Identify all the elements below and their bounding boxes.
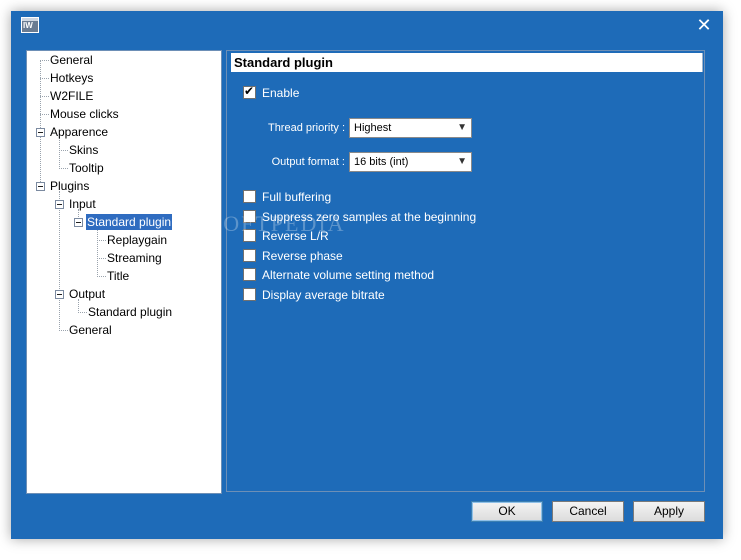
tree-item-tooltip[interactable]: Tooltip: [69, 160, 104, 176]
collapse-apparence-icon[interactable]: [36, 128, 45, 137]
tree-item-w2file[interactable]: W2FILE: [50, 88, 93, 104]
output-format-select[interactable]: 16 bits (int) ▼: [349, 152, 472, 172]
section-header: Standard plugin: [231, 53, 703, 72]
tree-item-title[interactable]: Title: [107, 268, 129, 284]
tree-item-mouse-clicks[interactable]: Mouse clicks: [50, 106, 119, 122]
tree-item-apparence[interactable]: Apparence: [50, 124, 108, 140]
enable-label: Enable: [262, 86, 300, 100]
settings-content: Standard plugin Enable Thread priority :…: [226, 50, 705, 492]
ok-button[interactable]: OK: [471, 501, 543, 522]
thread-priority-select[interactable]: Highest ▼: [349, 118, 472, 138]
chevron-down-icon: ▼: [457, 156, 467, 167]
tree-item-input[interactable]: Input: [69, 196, 96, 212]
cancel-button[interactable]: Cancel: [552, 501, 624, 522]
reverse-phase-label: Reverse phase: [262, 249, 343, 263]
title-bar[interactable]: ✕: [11, 11, 723, 39]
tree-item-general[interactable]: General: [50, 52, 93, 68]
full-buffering-checkbox[interactable]: [243, 190, 256, 203]
collapse-standard-plugin-icon[interactable]: [74, 218, 83, 227]
watermark: SOFTPEDIA: [209, 211, 346, 236]
tree-item-replaygain[interactable]: Replaygain: [107, 232, 167, 248]
app-icon: [21, 17, 39, 33]
full-buffering-label: Full buffering: [262, 190, 332, 204]
tree-item-standard-plugin-input[interactable]: Standard plugin: [84, 213, 174, 231]
close-button[interactable]: ✕: [693, 15, 715, 35]
tree-item-streaming[interactable]: Streaming: [107, 250, 162, 266]
thread-priority-label: Thread priority :: [267, 122, 345, 134]
alternate-volume-checkbox[interactable]: [243, 268, 256, 281]
tree-item-skins[interactable]: Skins: [69, 142, 98, 158]
display-bitrate-label: Display average bitrate: [262, 288, 385, 302]
chevron-down-icon: ▼: [457, 122, 467, 133]
tree-item-output[interactable]: Output: [69, 286, 105, 302]
tree-item-hotkeys[interactable]: Hotkeys: [50, 70, 93, 86]
preferences-window: ✕ General Hotkeys W2FILE Mouse clicks Ap…: [11, 11, 723, 539]
collapse-input-icon[interactable]: [55, 200, 64, 209]
alternate-volume-label: Alternate volume setting method: [262, 268, 435, 282]
tree-item-general-plugins[interactable]: General: [69, 322, 112, 338]
display-bitrate-checkbox[interactable]: [243, 288, 256, 301]
reverse-phase-checkbox[interactable]: [243, 249, 256, 262]
tree-item-standard-plugin-output[interactable]: Standard plugin: [88, 304, 172, 320]
tree-item-plugins[interactable]: Plugins: [50, 178, 89, 194]
enable-checkbox[interactable]: [243, 84, 256, 99]
settings-tree[interactable]: General Hotkeys W2FILE Mouse clicks Appa…: [26, 50, 222, 494]
apply-button[interactable]: Apply: [633, 501, 705, 522]
output-format-value: 16 bits (int): [354, 156, 409, 168]
output-format-label: Output format :: [271, 156, 345, 168]
collapse-plugins-icon[interactable]: [36, 182, 45, 191]
collapse-output-icon[interactable]: [55, 290, 64, 299]
thread-priority-value: Highest: [354, 122, 392, 134]
